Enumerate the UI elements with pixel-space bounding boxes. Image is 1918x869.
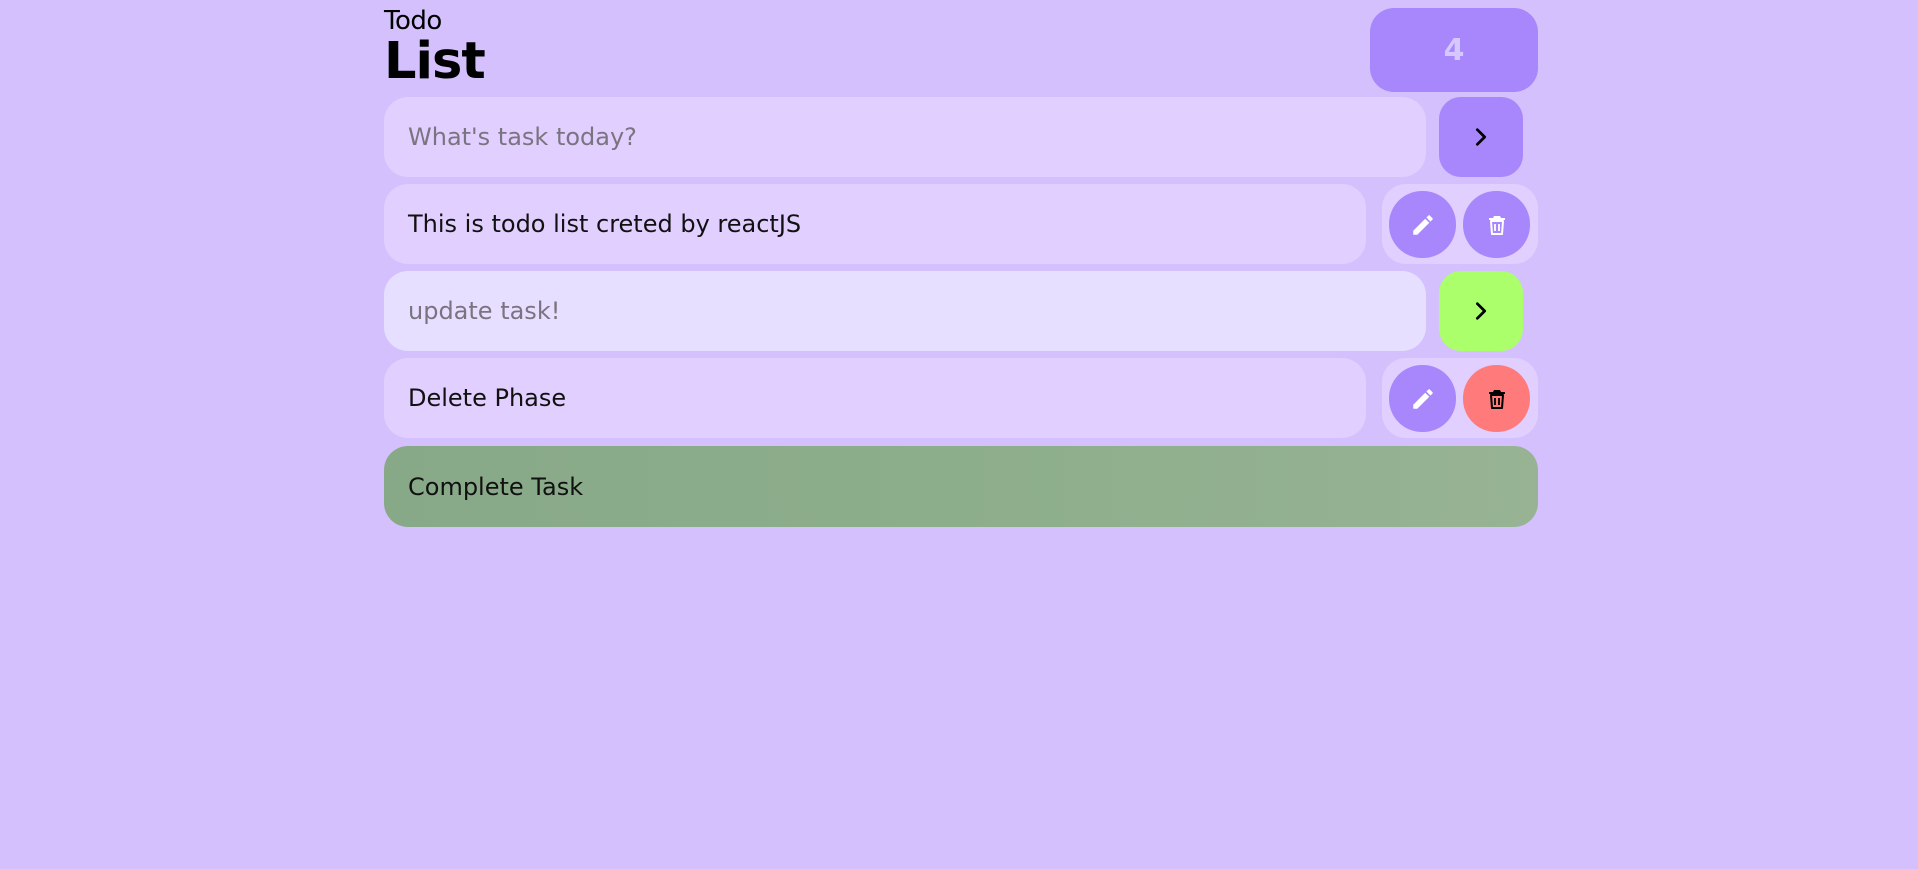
chevron-right-icon xyxy=(1475,302,1487,320)
task-actions xyxy=(1382,358,1538,438)
pencil-icon xyxy=(1412,388,1433,409)
chevron-right-icon xyxy=(1475,128,1487,146)
delete-button[interactable] xyxy=(1463,365,1530,432)
completed-task[interactable]: Complete Task xyxy=(384,446,1538,527)
task-text: This is todo list creted by reactJS xyxy=(384,184,1366,264)
header: Todo List 4 xyxy=(384,0,1538,97)
page-title: List xyxy=(384,32,486,91)
todo-app: Todo List 4 What's task today? This is t… xyxy=(384,0,1538,527)
task-text: Delete Phase xyxy=(384,358,1366,438)
edit-button[interactable] xyxy=(1389,191,1456,258)
trash-icon xyxy=(1488,215,1505,235)
add-task-button[interactable] xyxy=(1439,97,1523,177)
delete-button[interactable] xyxy=(1463,191,1530,258)
task-count-badge: 4 xyxy=(1370,8,1538,92)
update-task-input[interactable]: update task! xyxy=(384,271,1426,351)
update-task-button[interactable] xyxy=(1439,271,1523,351)
task-actions xyxy=(1382,184,1538,264)
pencil-icon xyxy=(1412,214,1433,235)
trash-icon xyxy=(1488,389,1505,409)
new-task-input[interactable]: What's task today? xyxy=(384,97,1426,177)
edit-button[interactable] xyxy=(1389,365,1456,432)
